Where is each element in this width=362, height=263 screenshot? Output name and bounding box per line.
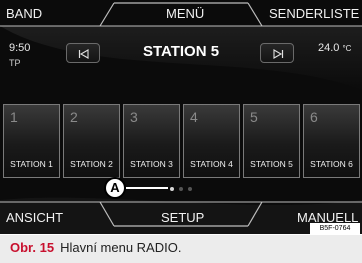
preset-name: STATION 2: [70, 159, 113, 169]
preset-number: 1: [10, 109, 18, 125]
preset-button-3[interactable]: 3 STATION 3: [123, 104, 180, 178]
senderliste-button[interactable]: SENDERLISTE: [269, 3, 359, 24]
preset-name: STATION 4: [190, 159, 233, 169]
preset-button-2[interactable]: 2 STATION 2: [63, 104, 120, 178]
preset-name: STATION 1: [10, 159, 53, 169]
radio-screen: BAND MENÜ SENDERLISTE 9:50 TP 24.0 °C ST…: [0, 0, 362, 234]
preset-button-5[interactable]: 5 STATION 5: [243, 104, 300, 178]
preset-number: 6: [310, 109, 318, 125]
preset-number: 2: [70, 109, 78, 125]
caption-text: Hlavní menu RADIO.: [60, 240, 182, 255]
ansicht-button[interactable]: ANSICHT: [6, 208, 63, 228]
seek-next-button[interactable]: [260, 43, 294, 63]
page-dot[interactable]: [179, 187, 183, 191]
preset-button-4[interactable]: 4 STATION 4: [183, 104, 240, 178]
preset-name: STATION 5: [250, 159, 293, 169]
callout-marker: A: [104, 177, 126, 199]
preset-button-6[interactable]: 6 STATION 6: [303, 104, 360, 178]
preset-list: 1 STATION 1 2 STATION 2 3 STATION 3 4 ST…: [0, 104, 362, 178]
preset-number: 5: [250, 109, 258, 125]
bottom-bar: ANSICHT SETUP MANUELL: [0, 202, 362, 234]
band-button[interactable]: BAND: [6, 3, 42, 24]
preset-number: 3: [130, 109, 138, 125]
image-code: B5F-0764: [310, 223, 360, 234]
current-station-name: STATION 5: [142, 43, 220, 60]
preset-number: 4: [190, 109, 198, 125]
preset-name: STATION 6: [310, 159, 353, 169]
top-bar: BAND MENÜ SENDERLISTE: [0, 0, 362, 26]
preset-button-1[interactable]: 1 STATION 1: [3, 104, 60, 178]
skip-next-icon: [273, 49, 284, 59]
figure-caption: Obr. 15 Hlavní menu RADIO.: [0, 235, 362, 263]
callout-line: [126, 187, 168, 189]
caption-label: Obr. 15: [10, 240, 55, 255]
menu-button[interactable]: MENÜ: [166, 3, 204, 24]
page-dot-active[interactable]: [170, 187, 174, 191]
setup-button[interactable]: SETUP: [161, 208, 204, 228]
preset-name: STATION 3: [130, 159, 173, 169]
page-dot[interactable]: [188, 187, 192, 191]
